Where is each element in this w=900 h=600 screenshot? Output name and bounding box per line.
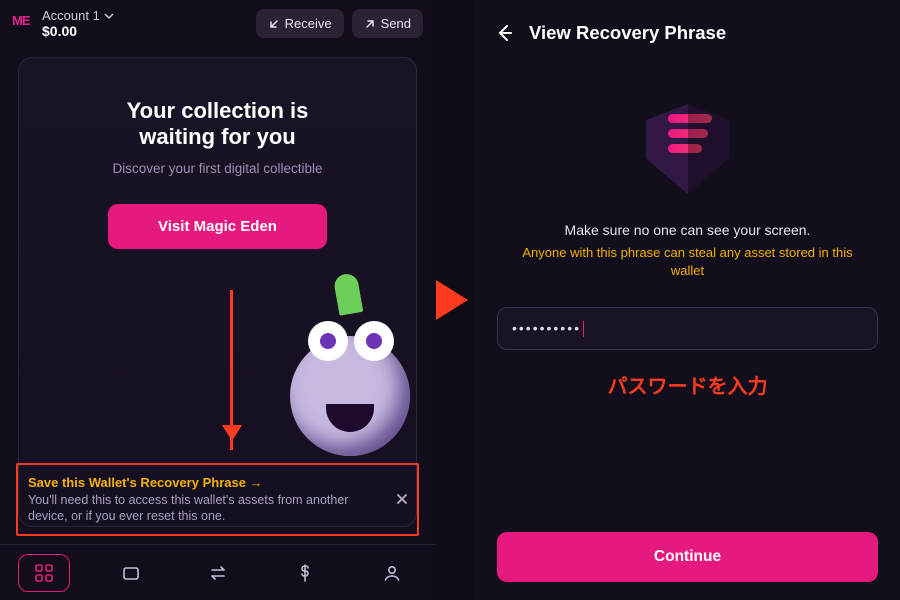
account-block[interactable]: Account 1 $0.00 [42, 8, 114, 39]
balance-value: $0.00 [42, 23, 114, 39]
hero-title-line1: Your collection is [127, 98, 309, 123]
banner-description: You'll need this to access this wallet's… [28, 492, 383, 525]
account-name: Account 1 [42, 8, 100, 23]
privacy-warning-secondary: Anyone with this phrase can steal any as… [475, 244, 900, 279]
hero-title: Your collection is waiting for you [19, 98, 416, 151]
hero-title-line2: waiting for you [139, 124, 295, 149]
arrow-up-right-icon [364, 18, 376, 30]
annotation-arrow-down [230, 290, 233, 450]
send-label: Send [381, 16, 411, 31]
text-cursor [583, 321, 584, 337]
grid-icon [34, 563, 54, 583]
tab-activity[interactable] [279, 554, 331, 592]
receive-button[interactable]: Receive [256, 9, 344, 38]
privacy-warning-primary: Make sure no one can see your screen. [475, 222, 900, 238]
dollar-icon [296, 563, 314, 583]
tab-wallet[interactable] [105, 554, 157, 592]
header-bar: ME Account 1 $0.00 Receive Send [0, 0, 435, 47]
back-button[interactable] [493, 22, 515, 44]
arrow-left-icon [493, 22, 515, 44]
wallet-home-screen: ME Account 1 $0.00 Receive Send Your col… [0, 0, 435, 600]
tab-collectibles[interactable] [18, 554, 70, 592]
account-switcher[interactable]: Account 1 [42, 8, 114, 23]
receive-label: Receive [285, 16, 332, 31]
recovery-phrase-banner[interactable]: Save this Wallet's Recovery Phrase → You… [16, 463, 419, 537]
hero-subtitle: Discover your first digital collectible [19, 161, 416, 176]
chevron-down-icon [104, 11, 114, 21]
swap-icon [208, 563, 228, 583]
tab-swap[interactable] [192, 554, 244, 592]
password-input[interactable]: •••••••••• [497, 307, 878, 350]
annotation-enter-password: パスワードを入力 [475, 370, 900, 399]
app-logo: ME [12, 13, 34, 35]
recovery-phrase-screen: View Recovery Phrase Make sure no one ca… [475, 0, 900, 600]
password-value: •••••••••• [512, 320, 581, 336]
wallet-icon [121, 563, 141, 583]
shield-illustration [475, 104, 900, 194]
continue-button[interactable]: Continue [497, 532, 878, 582]
mascot-illustration [250, 286, 410, 456]
visit-magic-eden-button[interactable]: Visit Magic Eden [108, 204, 327, 249]
banner-title: Save this Wallet's Recovery Phrase → [28, 475, 383, 490]
tab-profile[interactable] [366, 554, 418, 592]
screen-title: View Recovery Phrase [529, 22, 726, 44]
close-icon [395, 492, 409, 506]
send-button[interactable]: Send [352, 9, 423, 38]
person-icon [382, 563, 402, 583]
screen-header: View Recovery Phrase [475, 0, 900, 44]
collection-hero-card: Your collection is waiting for you Disco… [18, 57, 417, 527]
banner-close-button[interactable] [395, 492, 409, 506]
shield-icon [646, 104, 730, 194]
arrow-down-left-icon [268, 18, 280, 30]
bottom-tab-bar [0, 544, 435, 600]
